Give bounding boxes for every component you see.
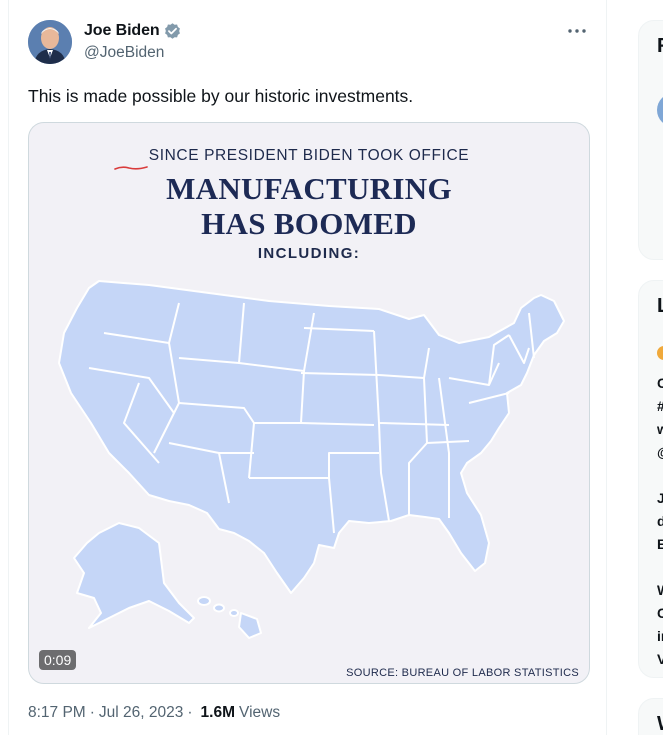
verified-badge-icon[interactable] bbox=[163, 22, 182, 41]
media-headline-line2: HAS BOOMED bbox=[201, 206, 417, 241]
views-label: Views bbox=[239, 704, 281, 721]
sidebar-card-title: L bbox=[657, 295, 663, 318]
sidebar-line[interactable]: @ bbox=[657, 444, 663, 460]
sidebar-line[interactable]: E bbox=[657, 536, 663, 552]
sidebar-card-follow: F bbox=[638, 20, 663, 260]
tweet-text: This is made possible by our historic in… bbox=[28, 86, 414, 106]
sidebar-line[interactable]: d bbox=[657, 513, 663, 529]
sidebar-card-whats-happening: W bbox=[638, 698, 663, 735]
media-headline-sub: INCLUDING: bbox=[257, 245, 361, 262]
tweet-column: Joe Biden @JoeBiden This is made possibl… bbox=[8, 0, 607, 735]
sidebar-card-title: F bbox=[657, 35, 663, 58]
sidebar-line[interactable]: C bbox=[657, 375, 663, 391]
sidebar-emoji-icon bbox=[657, 346, 663, 360]
meta-separator: · bbox=[89, 704, 95, 721]
sidebar-avatar[interactable] bbox=[657, 93, 663, 127]
more-options-icon[interactable] bbox=[566, 20, 588, 42]
sidebar-line[interactable]: w bbox=[657, 421, 663, 437]
author-avatar[interactable] bbox=[28, 20, 72, 64]
author-handle[interactable]: @JoeBiden bbox=[84, 44, 182, 62]
tweet-video[interactable]: SINCE PRESIDENT BIDEN TOOK OFFICE MANUFA… bbox=[28, 122, 590, 684]
sidebar-card-title: W bbox=[657, 713, 663, 735]
tweet-date[interactable]: Jul 26, 2023 bbox=[99, 704, 183, 722]
sidebar-line[interactable]: J bbox=[657, 490, 663, 506]
video-duration-badge: 0:09 bbox=[39, 650, 77, 670]
sidebar-line[interactable]: C bbox=[657, 605, 663, 621]
tweet-author[interactable]: Joe Biden @JoeBiden bbox=[28, 20, 182, 64]
sidebar-line[interactable]: V bbox=[657, 651, 663, 667]
sidebar-line[interactable]: W bbox=[657, 582, 663, 598]
media-source-credit: SOURCE: BUREAU OF LABOR STATISTICS bbox=[346, 667, 579, 679]
sidebar-line[interactable]: # bbox=[657, 398, 663, 414]
media-headline-top: SINCE PRESIDENT BIDEN TOOK OFFICE bbox=[148, 147, 470, 164]
meta-separator: · bbox=[187, 704, 193, 721]
tweet-meta: 8:17 PM · Jul 26, 2023 · 1.6M Views bbox=[28, 704, 280, 722]
sidebar-line[interactable]: ir bbox=[657, 628, 663, 644]
author-name[interactable]: Joe Biden bbox=[84, 22, 160, 40]
media-headline-line1: MANUFACTURING bbox=[166, 171, 452, 206]
media-headline-main: MANUFACTURING HAS BOOMED bbox=[29, 171, 589, 241]
sidebar-card-live: L C # w @ J d E W C ir V bbox=[638, 280, 663, 678]
views-count: 1.6M bbox=[200, 704, 236, 721]
tweet-time[interactable]: 8:17 PM bbox=[28, 704, 86, 722]
